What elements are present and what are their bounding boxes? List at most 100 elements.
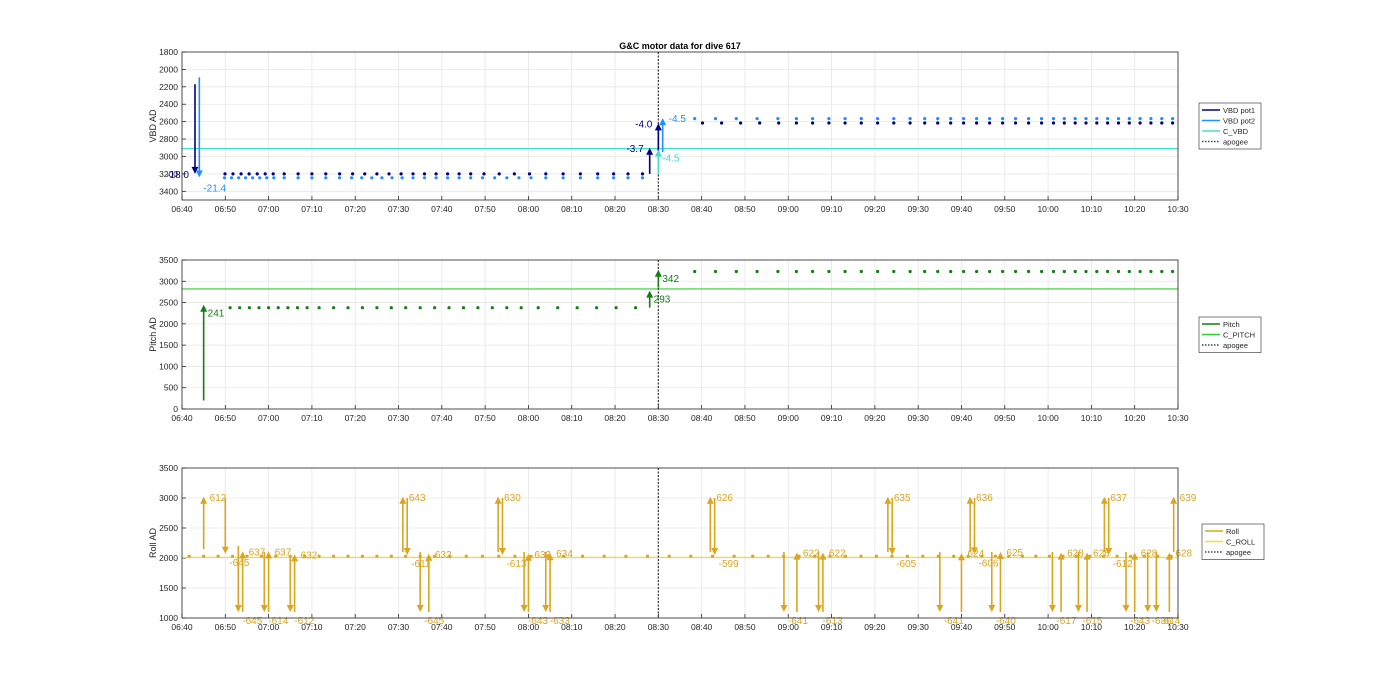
data-point [1095,121,1099,125]
data-point [187,554,191,558]
data-point [464,554,468,558]
data-point [310,176,314,180]
x-tick-label: 07:50 [474,204,496,214]
data-point [1138,121,1142,125]
x-tick-label: 09:50 [994,413,1016,423]
data-point [497,172,501,176]
data-point [457,172,461,176]
x-tick-label: 06:40 [171,622,193,632]
data-point [1127,117,1131,121]
data-point [1106,117,1110,121]
legend-entry: C_ROLL [1226,538,1255,547]
data-point [295,306,300,310]
data-point [1040,117,1044,121]
x-tick-label: 09:20 [864,204,886,214]
data-point [734,269,738,274]
x-tick-label: 08:40 [691,204,713,214]
data-point [263,172,267,176]
data-point [480,554,484,558]
data-point [527,172,532,176]
x-tick-label: 06:40 [171,204,193,214]
data-point [1062,117,1066,121]
data-point [324,172,328,176]
x-tick-label: 10:20 [1124,413,1146,423]
data-point [859,117,863,121]
data-point [1138,269,1142,274]
panels-group: 06:40 06:50 07:00 07:10 07:20 07:30 07:40 07:50… [148,47,1265,632]
data-point [305,306,309,310]
panel-3: 06:40 06:50 07:00 07:10 07:20 07:30 07:40 07:50… [148,463,1265,632]
data-point [908,121,912,125]
y-tick-label: 1000 [159,361,178,371]
data-point [794,117,799,121]
y-tick-label: 3000 [159,276,178,286]
data-point [505,176,509,180]
data-point [876,269,880,274]
data-point [1106,269,1110,274]
data-point [446,172,450,176]
data-point [710,554,715,558]
data-point [794,269,799,274]
data-point [296,176,300,180]
arrow-value-label: 637 [275,547,292,558]
data-point [324,176,328,180]
data-point [228,306,232,310]
data-point [238,306,242,310]
legend-entry: Pitch [1223,320,1240,329]
data-point [1062,121,1066,125]
x-tick-label: 07:40 [431,413,453,423]
x-tick-label: 10:30 [1167,204,1189,214]
y-axis-label: Pitch AD [148,317,158,352]
data-point [271,172,275,176]
data-point [988,121,992,125]
data-point [310,172,314,176]
x-tick-label: 08:40 [691,413,713,423]
arrow-value-label: -4.5 [662,154,680,165]
data-point [1040,269,1044,274]
data-point [667,554,671,558]
data-point [476,306,480,310]
data-point [908,117,912,121]
y-tick-label: 3400 [159,186,178,196]
data-point [561,176,565,180]
x-tick-label: 07:30 [388,413,410,423]
data-point [380,176,384,180]
x-tick-label: 07:20 [345,413,367,423]
data-point [720,121,724,125]
data-point [461,306,466,310]
data-point [251,176,255,180]
arrow-value-label: -645 [229,558,249,569]
data-point [693,117,697,121]
x-tick-label: 10:00 [1037,204,1059,214]
data-point [422,172,427,176]
data-point [202,554,206,558]
data-point [346,306,350,310]
arrow-value-label: -3.7 [626,144,644,155]
data-point [751,554,755,558]
arrow-value-label: 637 [249,547,266,558]
y-tick-label: 2000 [159,319,178,329]
data-point [811,269,815,274]
data-point [404,554,408,558]
data-point [739,121,743,125]
x-tick-label: 09:20 [864,622,886,632]
data-point [758,121,762,125]
data-point [390,176,394,180]
data-point [387,172,391,176]
data-point [1129,554,1133,558]
data-point [827,121,831,125]
data-point [936,269,940,274]
x-tick-label: 07:30 [388,622,410,632]
data-point [338,172,342,176]
data-point [876,117,880,121]
x-tick-label: 06:50 [215,622,237,632]
data-point [317,554,321,558]
data-point [713,269,718,274]
data-point [1051,121,1056,125]
data-point [624,554,628,558]
data-point [713,117,718,121]
x-tick-label: 08:00 [518,413,540,423]
arrow-value-label: 634 [556,549,573,560]
y-axis-label: Roll AD [148,527,158,558]
legend-entry: apogee [1223,341,1248,350]
